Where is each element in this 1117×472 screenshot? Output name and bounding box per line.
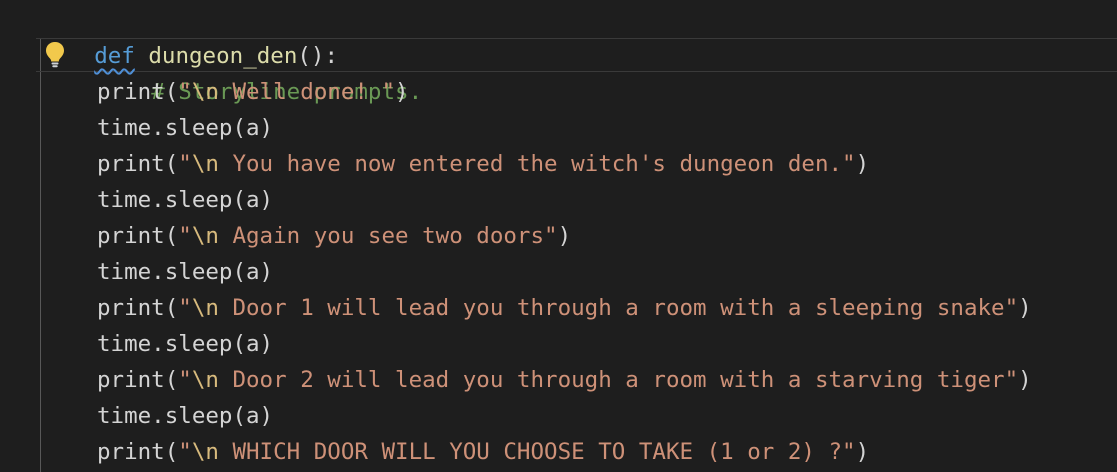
code-line[interactable]: time.sleep(a) — [97, 110, 273, 146]
code-line[interactable]: time.sleep(a) — [97, 182, 273, 218]
code-line[interactable]: print("\n Door 2 will lead you through a… — [97, 362, 1032, 398]
lightbulb-icon[interactable] — [44, 40, 66, 70]
code-line[interactable]: time.sleep(a) — [97, 398, 273, 434]
code-line[interactable]: time.sleep(a) — [97, 254, 273, 290]
code-line[interactable]: print("\n Well done! ") — [97, 74, 409, 110]
code-line[interactable]: print("\n You have now entered the witch… — [97, 146, 869, 182]
code-line[interactable]: print("\n WHICH DOOR WILL YOU CHOOSE TO … — [97, 434, 869, 470]
comment-line[interactable]: # Storyline prompts. — [97, 38, 422, 105]
code-editor[interactable]: def dungeon_den(): # Storyline prompts. … — [0, 0, 1117, 472]
function-definition-line[interactable]: def dungeon_den(): — [40, 2, 338, 69]
code-line[interactable]: time.sleep(a) — [97, 326, 273, 362]
code-line[interactable]: print("\n Again you see two doors") — [97, 218, 571, 254]
code-line[interactable]: print("\n Door 1 will lead you through a… — [97, 290, 1032, 326]
